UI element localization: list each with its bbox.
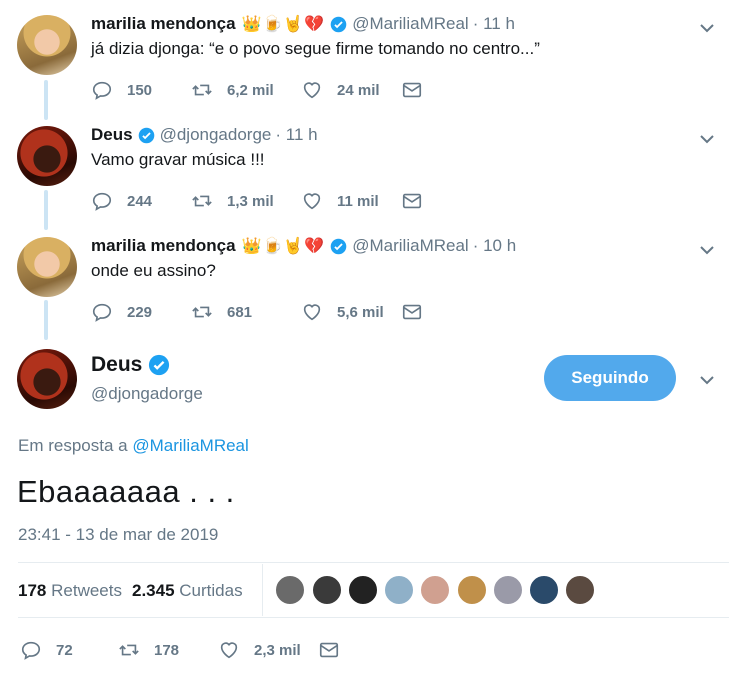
heart-icon — [220, 642, 238, 659]
verified-icon — [138, 127, 154, 143]
tweet-stats: 178 Retweets 2.345 Curtidas — [18, 581, 243, 601]
tweet-text: onde eu assino? — [91, 261, 216, 280]
heart-icon — [303, 304, 321, 321]
author-name[interactable]: Deus — [91, 125, 133, 145]
author-handle[interactable]: @MariliaMReal — [352, 236, 468, 256]
envelope-icon — [402, 82, 422, 98]
verified-icon — [330, 16, 347, 32]
chevron-down-icon[interactable] — [697, 370, 717, 390]
author-handle[interactable]: @djongadorge — [91, 384, 203, 404]
liker-avatar[interactable] — [528, 574, 560, 606]
liker-avatar[interactable] — [383, 574, 415, 606]
dm-button[interactable] — [401, 79, 423, 101]
retweet-button[interactable]: 178 — [118, 639, 218, 661]
name-emojis: 👑🍺🤘💔 — [241, 16, 326, 33]
following-button[interactable]: Seguindo — [544, 355, 676, 401]
like-button[interactable]: 11 mil — [301, 190, 401, 212]
tweet-text: Vamo gravar música !!! — [91, 150, 265, 169]
reply-prefix: Em resposta a — [18, 436, 128, 455]
envelope-icon — [402, 304, 422, 320]
reply-button[interactable]: 150 — [91, 79, 191, 101]
verified-icon — [330, 238, 347, 254]
reply-icon — [92, 192, 112, 211]
envelope-icon — [319, 642, 339, 658]
liker-avatar[interactable] — [347, 574, 379, 606]
retweet-button[interactable]: 681 — [191, 301, 301, 323]
stats-separator — [262, 564, 263, 616]
like-count: 2,3 mil — [254, 641, 301, 659]
tweet[interactable]: marilia mendonça 👑🍺🤘💔 @MariliaMReal · 11… — [0, 0, 747, 110]
liker-avatar[interactable] — [492, 574, 524, 606]
like-count: 11 mil — [337, 192, 379, 210]
reply-count: 72 — [56, 641, 73, 659]
name-emojis: 👑🍺🤘💔 — [241, 238, 326, 255]
liker-avatar[interactable] — [311, 574, 343, 606]
avatar[interactable] — [17, 237, 77, 297]
author-name[interactable]: Deus — [91, 353, 142, 377]
retweet-count: 681 — [227, 303, 253, 321]
retweets-stat[interactable]: 178 Retweets — [18, 581, 122, 601]
dm-button[interactable] — [401, 301, 423, 323]
tweet-time[interactable]: · 11 h — [473, 14, 515, 34]
heart-icon — [303, 193, 321, 210]
retweet-button[interactable]: 6,2 mil — [191, 79, 301, 101]
retweet-count: 6,2 mil — [227, 81, 274, 99]
reply-context: Em resposta a @MariliaMReal — [18, 436, 249, 456]
reply-count: 229 — [127, 303, 153, 321]
chevron-down-icon[interactable] — [697, 129, 717, 149]
divider — [18, 562, 729, 563]
liker-avatar[interactable] — [419, 574, 451, 606]
retweet-icon — [119, 644, 139, 656]
like-button[interactable]: 5,6 mil — [301, 301, 401, 323]
divider — [18, 617, 729, 618]
reply-icon — [92, 303, 112, 322]
avatar[interactable] — [17, 349, 77, 409]
like-button[interactable]: 24 mil — [301, 79, 401, 101]
chevron-down-icon[interactable] — [697, 18, 717, 38]
author-handle[interactable]: @MariliaMReal — [352, 14, 468, 34]
retweet-button[interactable]: 1,3 mil — [191, 190, 301, 212]
liker-avatar[interactable] — [274, 574, 306, 606]
envelope-icon — [402, 193, 422, 209]
liker-avatar[interactable] — [456, 574, 488, 606]
retweet-count: 1,3 mil — [227, 192, 274, 210]
dm-button[interactable] — [318, 639, 340, 661]
retweet-icon — [192, 195, 212, 207]
retweet-count: 178 — [154, 641, 180, 659]
tweet-time[interactable]: · 10 h — [473, 236, 516, 256]
tweet[interactable]: marilia mendonça 👑🍺🤘💔 @MariliaMReal · 10… — [0, 222, 747, 332]
like-button[interactable]: 2,3 mil — [218, 639, 318, 661]
author-handle[interactable]: @djongadorge — [160, 125, 272, 145]
reply-icon — [92, 81, 112, 100]
reply-button[interactable]: 72 — [20, 639, 118, 661]
reply-handle-link[interactable]: @MariliaMReal — [132, 436, 248, 455]
heart-icon — [303, 82, 321, 99]
dm-button[interactable] — [401, 190, 423, 212]
like-count: 24 mil — [337, 81, 380, 99]
tweet[interactable]: Deus @djongadorge · 11 h Vamo gravar mús… — [0, 111, 747, 221]
like-count: 5,6 mil — [337, 303, 384, 321]
tweet-text: já dizia djonga: “e o povo segue firme t… — [91, 39, 540, 58]
avatar[interactable] — [17, 15, 77, 75]
avatar[interactable] — [17, 126, 77, 186]
tweet-time[interactable]: · 11 h — [275, 125, 317, 145]
tweet-timestamp[interactable]: 23:41 - 13 de mar de 2019 — [18, 525, 218, 545]
likes-stat[interactable]: 2.345 Curtidas — [132, 581, 243, 601]
chevron-down-icon[interactable] — [697, 240, 717, 260]
retweet-icon — [192, 306, 212, 318]
author-name[interactable]: marilia mendonça — [91, 236, 236, 256]
reply-count: 244 — [127, 192, 153, 210]
reply-button[interactable]: 244 — [91, 190, 191, 212]
reply-icon — [21, 641, 41, 660]
liker-avatar[interactable] — [564, 574, 596, 606]
tweet-text: Ebaaaaaaa . . . — [17, 474, 235, 509]
retweet-icon — [192, 84, 212, 96]
reply-count: 150 — [127, 81, 153, 99]
author-name[interactable]: marilia mendonça — [91, 14, 236, 34]
reply-button[interactable]: 229 — [91, 301, 191, 323]
verified-icon — [149, 354, 170, 376]
